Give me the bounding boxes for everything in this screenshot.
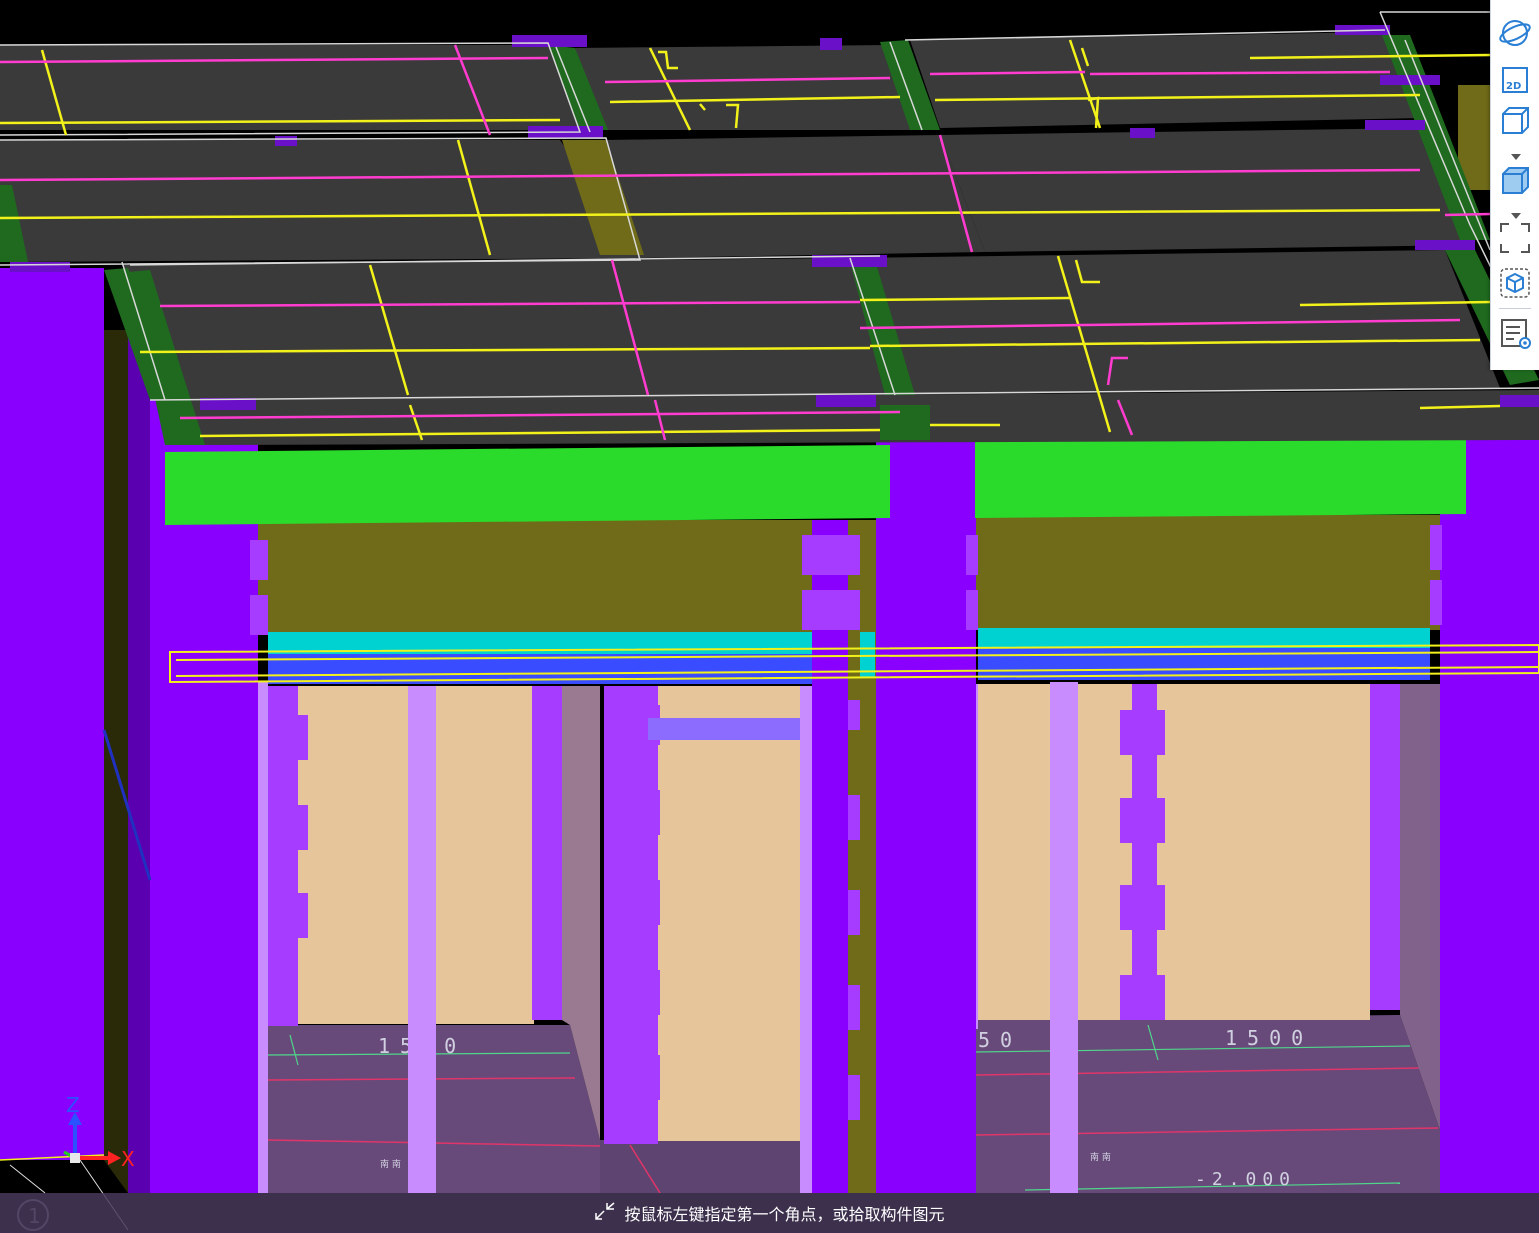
dynamic-observe-icon [1500, 268, 1530, 298]
orbit-icon [1499, 20, 1531, 46]
green-beams [165, 440, 1466, 525]
view-toolbar: 2D [1490, 0, 1539, 370]
chevron-down-icon [1511, 154, 1521, 160]
2d-view-button[interactable]: 2D [1497, 62, 1533, 98]
status-hint-text: 按鼠标左键指定第一个角点，或拾取构件图元 [624, 1205, 945, 1224]
zoom-extents-icon [1500, 223, 1530, 253]
3d-solid-dropdown[interactable] [1511, 206, 1521, 219]
toolbar-divider [1499, 308, 1531, 309]
slabs [0, 32, 1539, 445]
status-bar: 按鼠标左键指定第一个角点，或拾取构件图元 [0, 1193, 1539, 1233]
corner-select-icon [594, 1201, 616, 1225]
cyan-band-mid [860, 632, 875, 677]
display-settings-button[interactable] [1497, 315, 1533, 351]
3d-wireframe-icon [1502, 107, 1529, 134]
3d-wireframe-dropdown[interactable] [1511, 147, 1521, 160]
2d-view-label: 2D [1506, 81, 1521, 92]
3d-solid-icon [1502, 167, 1529, 194]
orbit-button[interactable] [1497, 15, 1533, 51]
dynamic-observe-button[interactable] [1497, 265, 1533, 301]
3d-wireframe-button[interactable] [1497, 102, 1533, 138]
zoom-extents-button[interactable] [1497, 220, 1533, 256]
lintel-beam [648, 718, 800, 740]
tag-right: 南 南 [1090, 1151, 1111, 1163]
elevation-label: -2.000 [1195, 1169, 1296, 1190]
tag-left: 南 南 [380, 1158, 401, 1170]
axis-z-label: Z [66, 1093, 80, 1117]
dimension-mid: 50 [978, 1028, 1022, 1052]
3d-solid-button[interactable] [1497, 162, 1533, 198]
axis-x-label: X [121, 1147, 135, 1171]
dimension-right: 1500 [1225, 1026, 1313, 1050]
display-settings-icon [1501, 319, 1531, 349]
3d-viewport[interactable]: 1500 50 1500 -2.000 南 南 南 南 [0, 0, 1539, 1233]
model-scene[interactable]: 1500 50 1500 -2.000 南 南 南 南 [0, 0, 1539, 1233]
2d-view-icon: 2D [1502, 67, 1528, 93]
